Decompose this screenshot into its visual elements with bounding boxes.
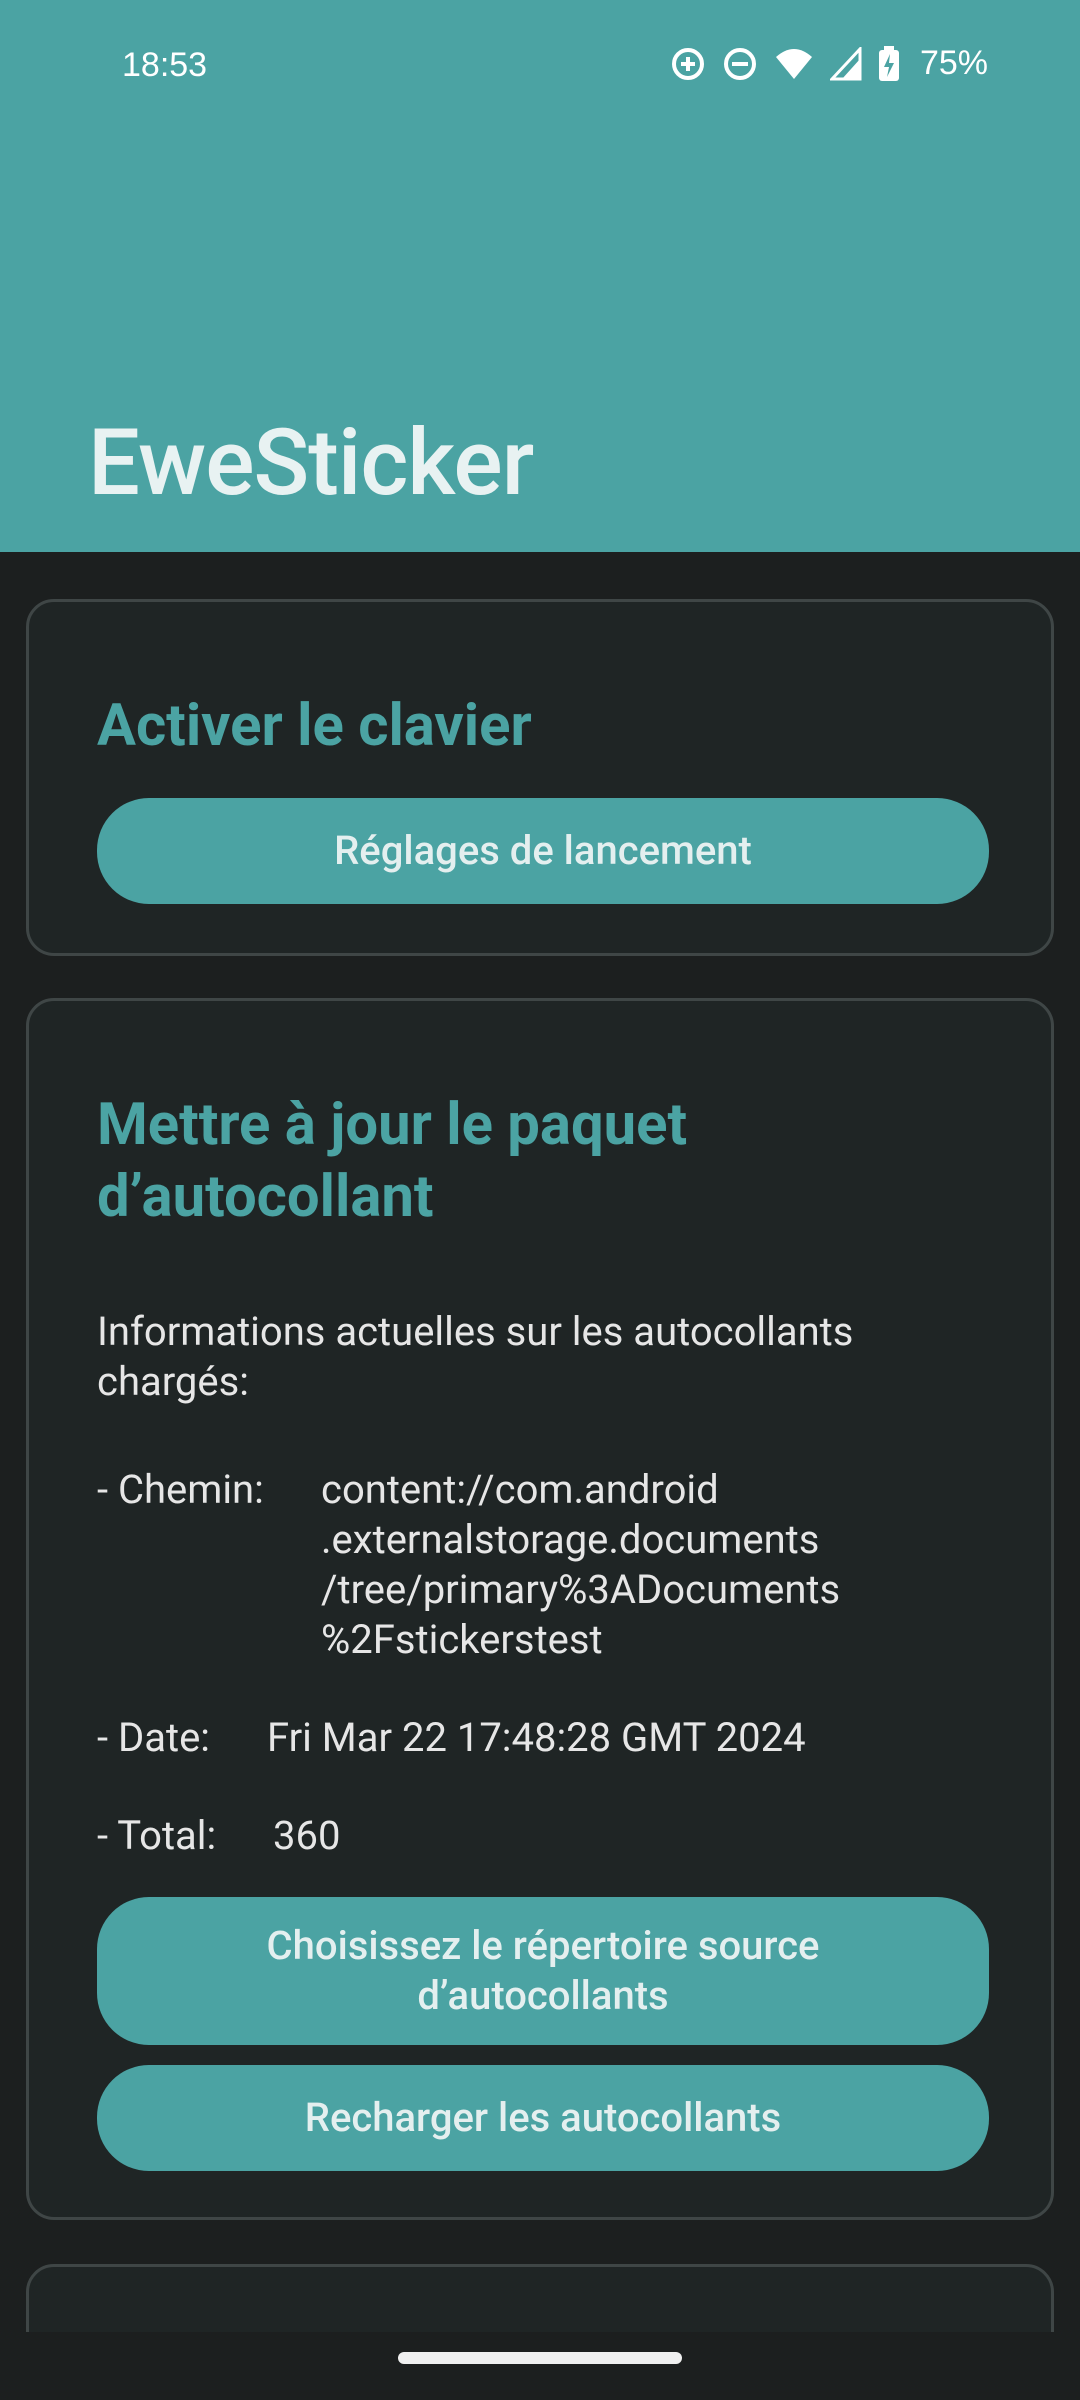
battery-charging-icon	[878, 45, 899, 81]
app-header: 18:53 75% EweSticker	[0, 0, 1080, 552]
enable-keyboard-title: Activer le clavier	[97, 692, 532, 760]
path-label: - Chemin:	[97, 1466, 264, 1513]
total-label: - Total:	[97, 1812, 217, 1859]
total-value: 360	[273, 1812, 341, 1859]
enable-keyboard-card: Activer le clavier Réglages de lancement	[26, 599, 1054, 956]
date-value: Fri Mar 22 17:48:28 GMT 2024	[267, 1714, 806, 1761]
cellular-signal-icon	[829, 46, 862, 80]
path-value: content://com.android .externalstorage.d…	[321, 1466, 841, 1663]
app-title: EweSticker	[88, 410, 534, 517]
do-not-disturb-icon	[723, 47, 756, 80]
status-time: 18:53	[122, 46, 208, 84]
status-icons: 75%	[670, 44, 988, 83]
reload-stickers-button[interactable]: Recharger les autocollants	[97, 2065, 989, 2171]
battery-percentage: 75%	[919, 44, 988, 82]
next-card	[26, 2264, 1054, 2332]
current-info-intro: Informations actuelles sur les autocolla…	[97, 1308, 854, 1405]
home-gesture-handle[interactable]	[398, 2352, 682, 2364]
choose-source-directory-button[interactable]: Choisissez le répertoire source d’autoco…	[97, 1897, 989, 2045]
date-label: - Date:	[97, 1714, 210, 1761]
wifi-icon	[775, 48, 812, 79]
main-content[interactable]: Activer le clavier Réglages de lancement…	[0, 552, 1080, 2332]
data-saver-icon	[671, 47, 704, 80]
update-sticker-pack-title: Mettre à jour le paquet d’autocollant	[97, 1091, 688, 1231]
launch-settings-button[interactable]: Réglages de lancement	[97, 798, 989, 904]
navigation-bar	[0, 2332, 1080, 2400]
update-sticker-pack-card: Mettre à jour le paquet d’autocollant In…	[26, 998, 1054, 2220]
status-bar: 18:53 75%	[0, 0, 1080, 132]
